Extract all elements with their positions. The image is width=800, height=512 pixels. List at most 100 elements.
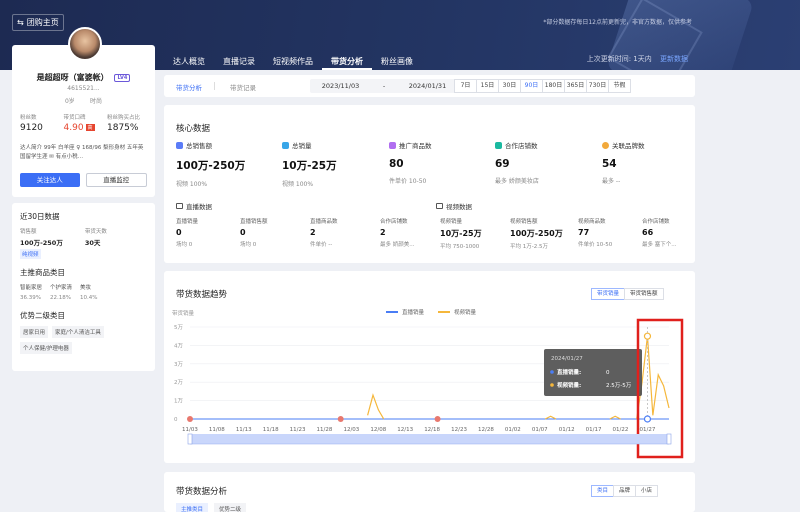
category-pct: 10.4% [80,295,98,301]
live-stat-label: 直播商品数 [310,219,338,225]
x-tick-label: 12/18 [424,427,440,433]
period-15d[interactable]: 15日 [476,79,499,93]
sales-value: 100万-250万 [20,239,63,247]
metric-total-sales: 总销售额 100万-250万 视频 100% [176,140,245,188]
stat-label: 带货口碑 [63,115,86,121]
tooltip-dot [550,383,554,387]
video-stat-sub: 件单价 10-50 [578,242,613,248]
period-7d[interactable]: 7日 [454,79,477,93]
date-range-picker[interactable]: 2023/11/03 - 2024/01/31 [310,79,458,93]
update-data-link[interactable]: 更新数据 [660,55,688,63]
range-slider-handle-right[interactable] [666,433,672,445]
period-180d[interactable]: 180日 [542,79,565,93]
main-category-item: 智能家居 36.39% [20,283,42,301]
profile-age: 0岁 [64,98,75,105]
follow-button[interactable]: 关注达人 [20,173,80,187]
sub-categories: 居家日用 家庭/个人清洁工具 个人保健/护理电器 [20,326,147,354]
profile-stats: 粉丝数 9120 带货口碑 4.90 高 粉丝购买占比 1875% [20,113,147,133]
live-marker [337,416,344,422]
subtab-sales-records[interactable]: 带货记录 [230,82,256,92]
metric-sub: 最多 -- [602,178,621,185]
analysis-toggle: 类目 品牌 小店 [591,485,659,497]
back-to-homepage-button[interactable]: ⇆ 团购主页 [12,14,64,31]
live-stat-label: 直播销量 [176,219,199,225]
video-stat-label: 视频商品数 [578,219,606,225]
summary-title: 近30日数据 [20,212,60,221]
profile-name-text: 是超超呀（富婆帐） [36,73,109,82]
y-tick-label: 4万 [174,342,183,349]
y-tick-label: 0 [174,417,178,423]
sales-label: 销售额 [20,229,37,235]
live-monitor-button[interactable]: 直播监控 [85,173,147,187]
tab-fan-profile[interactable]: 粉丝画像 [372,55,422,70]
video-stat-label: 视频销售额 [510,219,538,225]
metric-value: 100万-250万 [176,160,246,172]
sub-category-tag: 家庭/个人清洁工具 [52,326,104,338]
analysis-title: 带货数据分析 [176,487,228,497]
profile-subline: 0岁 时尚 [12,96,155,105]
toggle-category[interactable]: 类目 [591,485,615,497]
brand-icon [602,141,609,149]
video-stat-value: 10万-25万 [440,229,482,238]
period-730d[interactable]: 730日 [586,79,609,93]
live-stat: 直播商品数 2 件单价 -- [310,217,338,248]
period-holiday[interactable]: 节假 [608,79,631,93]
subtab-sub-category[interactable]: 优势二级 [214,503,247,512]
tab-overview[interactable]: 达人概览 [164,55,214,70]
live-stat: 直播销售额 0 场均 0 [240,217,268,248]
range-slider-handle-left[interactable] [187,433,193,445]
tab-videos[interactable]: 短视频作品 [264,55,322,70]
data-notice: *部分数据存每日12点前更新完，非官方数据，仅供参考 [543,19,692,26]
days-label: 带货天数 [84,229,107,235]
tab-sales-analysis[interactable]: 带货分析 [322,55,372,70]
y-tick-label: 2万 [174,379,183,386]
category-name: 智能家居 [20,285,43,291]
stat-label: 粉丝购买占比 [107,115,141,121]
range-slider-track[interactable] [190,434,669,444]
metric-sub: 件单价 10-50 [389,178,427,185]
filter-bar: 带货分析 带货记录 2023/11/03 - 2024/01/31 7日 15日… [164,75,695,97]
period-90d[interactable]: 90日 [520,79,543,93]
toggle-shop[interactable]: 小店 [635,485,659,497]
metric-sub: 视频 100% [282,181,314,188]
x-tick-label: 12/13 [397,427,413,433]
summary-kv: 销售额 100万-250万 带货天数 30天 [20,227,147,247]
live-marker [187,416,193,422]
metric-label-text: 合作店铺数 [505,142,538,150]
toggle-brand[interactable]: 品牌 [613,485,637,497]
category-pct: 36.39% [20,295,41,301]
live-stat: 合作店铺数 2 最多 娇颜美... [380,217,415,248]
profile-uid: 4615521... [67,85,100,92]
period-30d[interactable]: 30日 [498,79,521,93]
metric-value: 54 [602,158,617,170]
video-only-chip: 纯视频 [20,249,41,259]
avatar[interactable] [68,27,102,61]
hover-point-video [643,332,652,340]
video-stat-label: 合作店铺数 [642,219,670,225]
back-label: 团购主页 [26,18,59,27]
subtab-main-category[interactable]: 主推类目 [176,503,209,512]
tab-live-records[interactable]: 直播记录 [214,55,264,70]
y-tick-label: 5万 [174,324,183,331]
date-separator: - [382,82,386,90]
video-stat-value: 77 [578,228,590,237]
trend-chart[interactable]: 带货销量 0 1万 2万 3万 4万 5万 11/03 11/08 11/13 11/18 11/23… [164,271,695,463]
live-stat-value: 0 [176,228,182,237]
x-tick-label: 11/13 [236,427,252,433]
live-stat-label: 直播销售额 [240,219,268,225]
metric-brands: 关联品牌数 54 最多 -- [602,140,645,185]
subtab-sales-analysis[interactable]: 带货分析 [176,82,202,92]
stat-label: 粉丝数 [20,115,37,121]
video-stat-value: 100万-250万 [510,229,563,238]
y-tick-label: 3万 [174,361,183,368]
video-stat-label: 视频销量 [440,219,463,225]
live-stat-sub: 件单价 -- [310,242,333,248]
summary-days: 带货天数 30天 [85,227,107,247]
analysis-subtabs: 主推类目 优势二级 [176,503,247,512]
last-update-value: 1天内 [633,55,652,63]
period-365d[interactable]: 365日 [564,79,587,93]
sub-category-tag: 居家日用 [20,326,49,338]
video-stat: 视频商品数 77 件单价 10-50 [578,217,612,248]
profile-category: 时尚 [90,98,103,105]
metric-partner-shops: 合作店铺数 69 最多 娇颜美妆店 [495,140,539,185]
